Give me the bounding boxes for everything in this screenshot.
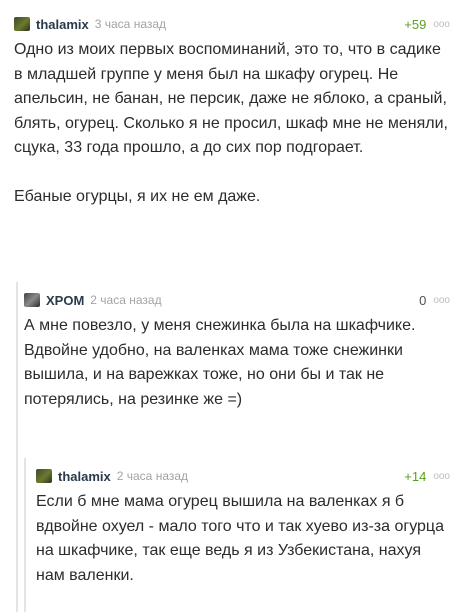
username[interactable]: thalamix [36,17,89,32]
timestamp[interactable]: 2 часа назад [117,469,188,483]
comment-header: thalamix 2 часа назад +14 ooo [36,466,450,486]
comment-header: XPOM 2 часа назад 0 ooo [24,290,450,310]
comment-text: А мне повезло, у меня снежинка была на ш… [24,317,416,408]
avatar[interactable] [14,17,30,31]
username[interactable]: XPOM [46,293,84,308]
timestamp[interactable]: 2 часа назад [90,293,161,307]
timestamp[interactable]: 3 часа назад [95,17,166,31]
more-options-icon[interactable]: ooo [433,19,450,30]
comment-rating: +59 [404,16,427,32]
more-options-icon[interactable]: ooo [433,471,450,482]
thread-branch-line [24,458,26,612]
comment-rating: 0 [419,292,427,308]
avatar[interactable] [24,293,40,307]
comment: XPOM 2 часа назад 0 ooo А мне повезло, у… [24,290,450,412]
more-options-icon[interactable]: ooo [433,295,450,306]
comment-rating: +14 [404,468,427,484]
comment-text: Если б мне мама огурец вышила на валенка… [36,493,444,584]
thread-branch-line [16,282,18,612]
comment: thalamix 2 часа назад +14 ooo Если б мне… [36,466,450,588]
username[interactable]: thalamix [58,469,111,484]
comment-text: Одно из моих первых воспоминаний, это то… [14,41,448,205]
comment-header: thalamix 3 часа назад +59 ooo [14,14,450,34]
comment: thalamix 3 часа назад +59 ooo Одно из мо… [14,14,450,210]
avatar[interactable] [36,469,52,483]
